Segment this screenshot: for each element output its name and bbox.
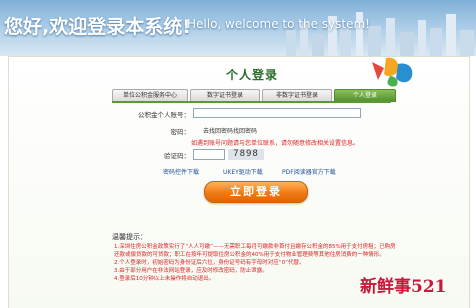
- captcha-label: 验证码：: [164, 152, 190, 160]
- tip-line-1: 1.深圳住房公积金政策实行了“人人可缴”——无需职工每月可缴款非首付且缴存公积金…: [114, 244, 396, 250]
- password-label: 密码：: [170, 128, 191, 136]
- header-banner: 您好,欢迎登录本系统! Hello, welcome to the system…: [0, 0, 476, 56]
- account-label: 公积金个人账号：: [138, 111, 190, 119]
- tab-underline: [112, 101, 391, 103]
- link-pdf-reader[interactable]: PDF阅读器官方下载: [282, 167, 336, 176]
- account-input[interactable]: [193, 108, 361, 118]
- password-hint[interactable]: 去找回密码找回密码: [203, 126, 257, 135]
- tips-title: 温馨提示：: [112, 233, 147, 241]
- captcha-input[interactable]: [193, 149, 225, 160]
- warning-text: 如遇到账号问题请与您单位联系，请勿随意修改相关设置信息。: [191, 140, 360, 147]
- captcha-image[interactable]: 7898: [228, 149, 264, 160]
- tip-line-2: 还款或偿贷款的可贷款；职工在按年可提取住房公积金的40%用于支付物业管理费等其他…: [114, 252, 385, 258]
- welcome-title: 您好,欢迎登录本系统!: [4, 16, 191, 38]
- tip-line-5: 4.登录后10分钟以上未操作将自动退出。: [114, 276, 215, 282]
- login-tabs: 单位公积金服务中心 数字证书登录 非数字证书登录 个人登录: [112, 89, 398, 102]
- tip-line-3: 2.个人登录时，初始密码为身份证后六位，身份证号码有字母时对应“0”代替。: [114, 260, 305, 266]
- link-password-control[interactable]: 密码控件下载: [163, 167, 199, 176]
- welcome-subtitle: Hello, welcome to the system!: [187, 17, 370, 31]
- login-title: 个人登录: [226, 68, 279, 82]
- fund-logo-icon: [372, 57, 413, 87]
- watermark: 新鲜事521: [360, 277, 447, 297]
- tip-line-4: 3.由于部分用户在非法网站登录，应及时修改密码，防止泄露。: [114, 268, 268, 274]
- login-button[interactable]: 立即登录: [204, 181, 308, 203]
- city-skyline-image: [286, 12, 474, 56]
- link-ukey-driver[interactable]: UKEY驱动下载: [223, 167, 263, 176]
